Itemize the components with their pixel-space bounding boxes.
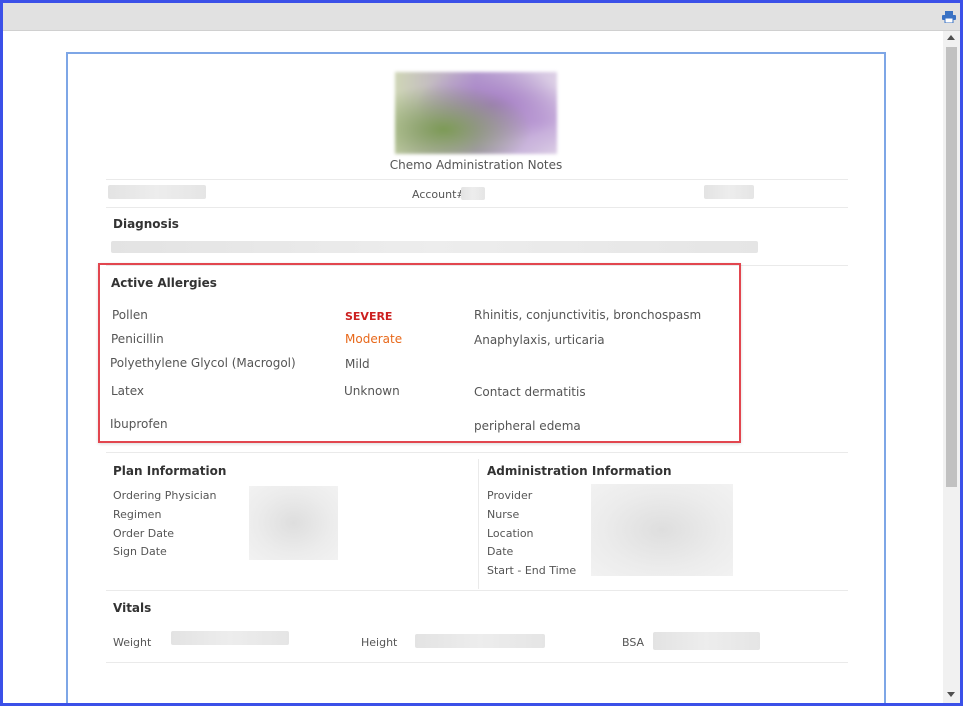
diagnosis-text-redacted <box>111 241 758 253</box>
allergy-reaction: Contact dermatitis <box>474 385 586 399</box>
allergy-severity-severe: SEVERE <box>345 310 393 323</box>
divider <box>106 207 848 208</box>
admin-info-title: Administration Information <box>487 464 672 478</box>
bsa-label: BSA <box>622 636 645 649</box>
viewer-window: Chemo Administration Notes Account# Diag… <box>0 0 963 706</box>
plan-info-title: Plan Information <box>113 464 227 478</box>
allergy-name: Latex <box>111 384 145 398</box>
diagnosis-title: Diagnosis <box>113 217 179 231</box>
scroll-thumb[interactable] <box>946 47 957 487</box>
allergy-name: Polyethylene Glycol (Macrogol) <box>110 356 296 370</box>
viewer-toolbar <box>3 3 960 31</box>
allergy-severity: Unknown <box>344 384 400 398</box>
divider <box>106 452 848 453</box>
patient-dob-redacted <box>704 185 754 199</box>
plan-label: Sign Date <box>113 545 167 558</box>
bsa-value-redacted <box>653 632 760 650</box>
divider <box>106 179 848 180</box>
allergy-reaction: peripheral edema <box>474 419 581 433</box>
admin-label: Start - End Time <box>487 564 577 577</box>
height-label: Height <box>361 636 398 649</box>
admin-label: Nurse <box>487 508 520 521</box>
admin-label: Provider <box>487 489 533 502</box>
admin-label: Date <box>487 545 514 558</box>
plan-label: Ordering Physician <box>113 489 217 502</box>
scroll-up-arrow-icon[interactable] <box>947 35 955 40</box>
document-sheet: Chemo Administration Notes Account# Diag… <box>66 52 886 703</box>
plan-values-redacted <box>249 486 338 560</box>
allergy-name: Ibuprofen <box>110 417 168 431</box>
vertical-scrollbar[interactable] <box>943 31 960 703</box>
allergy-severity: Mild <box>345 357 370 371</box>
print-icon[interactable] <box>942 11 956 23</box>
column-divider <box>478 459 479 589</box>
divider <box>106 590 848 591</box>
divider <box>106 662 848 663</box>
document-title: Chemo Administration Notes <box>389 158 563 172</box>
allergy-name: Penicillin <box>111 332 164 346</box>
weight-label: Weight <box>113 636 152 649</box>
vitals-title: Vitals <box>113 601 152 615</box>
allergy-reaction: Rhinitis, conjunctivitis, bronchospasm <box>474 308 702 322</box>
account-label: Account# <box>412 188 466 201</box>
account-number-redacted <box>461 187 485 200</box>
plan-label: Order Date <box>113 527 175 540</box>
allergy-severity-moderate: Moderate <box>345 332 403 346</box>
plan-label: Regimen <box>113 508 162 521</box>
allergy-reaction: Anaphylaxis, urticaria <box>474 333 605 347</box>
weight-value-redacted <box>171 631 289 645</box>
admin-values-redacted <box>591 484 733 576</box>
allergies-title: Active Allergies <box>111 276 217 290</box>
allergy-name: Pollen <box>112 308 148 322</box>
height-value-redacted <box>415 634 545 648</box>
allergies-highlight-box <box>98 263 741 443</box>
clinic-logo <box>395 72 557 154</box>
scroll-down-arrow-icon[interactable] <box>947 692 955 697</box>
admin-label: Location <box>487 527 534 540</box>
patient-name-redacted <box>108 185 206 199</box>
